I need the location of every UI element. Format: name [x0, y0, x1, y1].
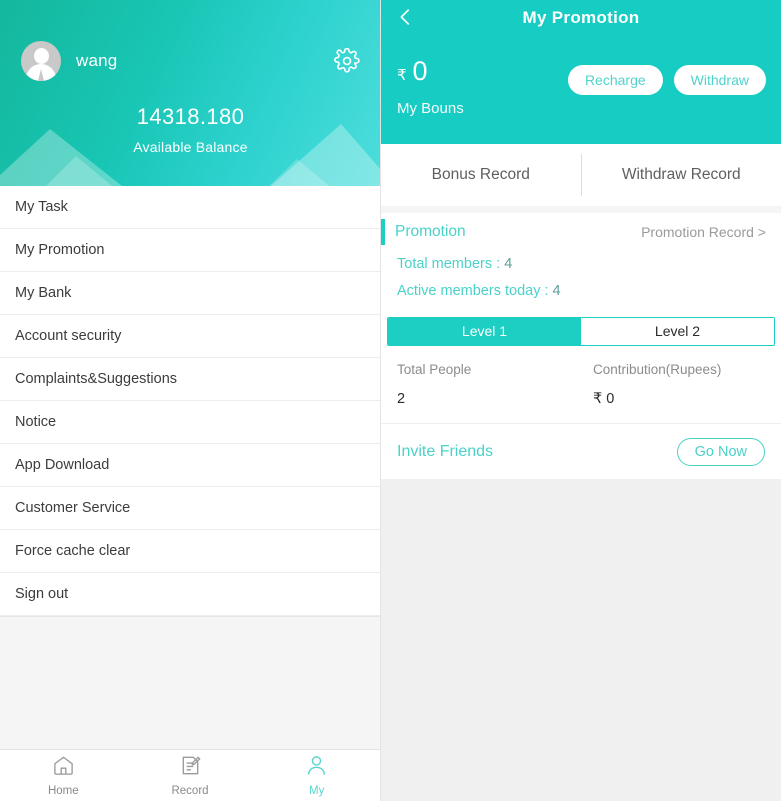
home-icon [52, 754, 75, 782]
nav-item-my[interactable]: My [253, 754, 380, 797]
promotion-bonus-row: ₹ 0 My Bouns Recharge Withdraw [381, 36, 781, 117]
avatar-head [33, 48, 49, 64]
record-note-icon [179, 754, 202, 782]
tab-withdraw-record[interactable]: Withdraw Record [582, 144, 782, 206]
menu-item-label: Customer Service [15, 500, 131, 516]
page-title: My Promotion [522, 8, 640, 27]
nav-label-home: Home [47, 785, 79, 797]
withdraw-button[interactable]: Withdraw [673, 65, 766, 95]
tab-bonus-record[interactable]: Bonus Record [381, 144, 581, 206]
menu-item-account-security[interactable]: Account security [0, 315, 380, 358]
record-tab-bar: Bonus Record Withdraw Record [381, 144, 781, 206]
balance-block: 14318.180 Available Balance [0, 104, 380, 155]
person-icon [305, 754, 328, 782]
tab-level-2[interactable]: Level 2 [581, 318, 774, 345]
menu-item-label: My Task [15, 199, 68, 215]
active-members-value: 4 [552, 283, 561, 299]
active-members-row: Active members today : 4 [381, 278, 781, 305]
available-balance-label: Available Balance [133, 139, 248, 155]
tab-level-1[interactable]: Level 1 [388, 318, 581, 345]
nav-item-record[interactable]: Record [127, 754, 254, 797]
profile-header: wang 14318.180 Available Balance [0, 0, 380, 186]
bonus-label: My Bouns [397, 100, 464, 117]
promotion-empty-space [381, 479, 781, 801]
nav-label-record: Record [171, 785, 209, 797]
menu-item-label: Notice [15, 414, 57, 430]
user-avatar-icon[interactable] [21, 41, 61, 81]
column-value: ₹ 0 [593, 391, 615, 407]
column-value: 2 [397, 391, 406, 407]
bonus-amount-row: ₹ 0 [397, 58, 464, 85]
stat-column-total-people: Total People 2 [397, 362, 589, 407]
menu-item-label: Account security [15, 328, 122, 344]
menu-item-app-download[interactable]: App Download [0, 444, 380, 487]
menu-item-my-bank[interactable]: My Bank [0, 272, 380, 315]
total-members-row: Total members : 4 [381, 251, 781, 278]
level-stats-table: Total People 2 Contribution(Rupees) ₹ 0 [381, 346, 781, 423]
promotion-action-buttons: Recharge Withdraw [567, 58, 766, 95]
promotion-card-header: Promotion Promotion Record > [381, 213, 781, 251]
menu-item-my-promotion[interactable]: My Promotion [0, 229, 380, 272]
bonus-block: ₹ 0 My Bouns [397, 58, 464, 118]
go-now-button[interactable]: Go Now [676, 437, 765, 466]
gear-icon[interactable] [334, 47, 360, 74]
menu-item-force-cache-clear[interactable]: Force cache clear [0, 530, 380, 573]
level-tab-group: Level 1 Level 2 [387, 317, 775, 346]
menu-item-label: Force cache clear [15, 543, 131, 559]
rupee-symbol-icon: ₹ [397, 67, 407, 84]
app-root: wang 14318.180 Available Balance My Task… [0, 0, 782, 801]
total-members-value: 4 [504, 256, 513, 272]
column-header: Contribution(Rupees) [593, 362, 722, 377]
total-members-label: Total members : [397, 256, 501, 272]
decorative-mountain-left-small [46, 156, 112, 186]
nav-item-home[interactable]: Home [0, 754, 127, 797]
menu-item-complaints-suggestions[interactable]: Complaints&Suggestions [0, 358, 380, 401]
invite-friends-label: Invite Friends [397, 442, 494, 460]
column-header: Total People [397, 362, 472, 377]
invite-friends-card: Invite Friends Go Now [381, 423, 781, 479]
nav-label-my: My [309, 785, 325, 797]
promotion-record-link[interactable]: Promotion Record > [641, 224, 766, 240]
menu-item-label: App Download [15, 457, 110, 473]
active-members-label: Active members today : [397, 283, 549, 299]
promotion-topbar: My Promotion [381, 0, 781, 36]
promotion-card: Promotion Promotion Record > Total membe… [381, 213, 781, 423]
stat-column-contribution: Contribution(Rupees) ₹ 0 [589, 362, 781, 407]
chevron-left-icon[interactable] [394, 4, 416, 30]
menu-item-notice[interactable]: Notice [0, 401, 380, 444]
user-name: wang [76, 51, 118, 70]
promotion-header: My Promotion ₹ 0 My Bouns Recharge Withd… [381, 0, 781, 144]
bonus-amount: 0 [412, 56, 428, 86]
menu-item-sign-out[interactable]: Sign out [0, 573, 380, 616]
menu-item-label: Complaints&Suggestions [15, 371, 178, 387]
profile-identity[interactable]: wang [21, 41, 117, 81]
menu-empty-space [0, 616, 380, 749]
menu-item-label: My Promotion [15, 242, 105, 258]
menu-item-my-task[interactable]: My Task [0, 186, 380, 229]
promotion-section-title: Promotion [395, 223, 466, 240]
menu-item-label: Sign out [15, 586, 69, 602]
menu-item-label: My Bank [15, 285, 72, 301]
available-balance-amount: 14318.180 [136, 104, 245, 129]
decorative-mountain-right-small [269, 159, 329, 186]
bottom-navigation-bar: Home Record My [0, 749, 380, 801]
settings-menu-list: My Task My Promotion My Bank Account sec… [0, 186, 380, 616]
promotion-panel: My Promotion ₹ 0 My Bouns Recharge Withd… [381, 0, 781, 801]
profile-panel: wang 14318.180 Available Balance My Task… [0, 0, 381, 801]
recharge-button[interactable]: Recharge [567, 65, 663, 95]
menu-item-customer-service[interactable]: Customer Service [0, 487, 380, 530]
